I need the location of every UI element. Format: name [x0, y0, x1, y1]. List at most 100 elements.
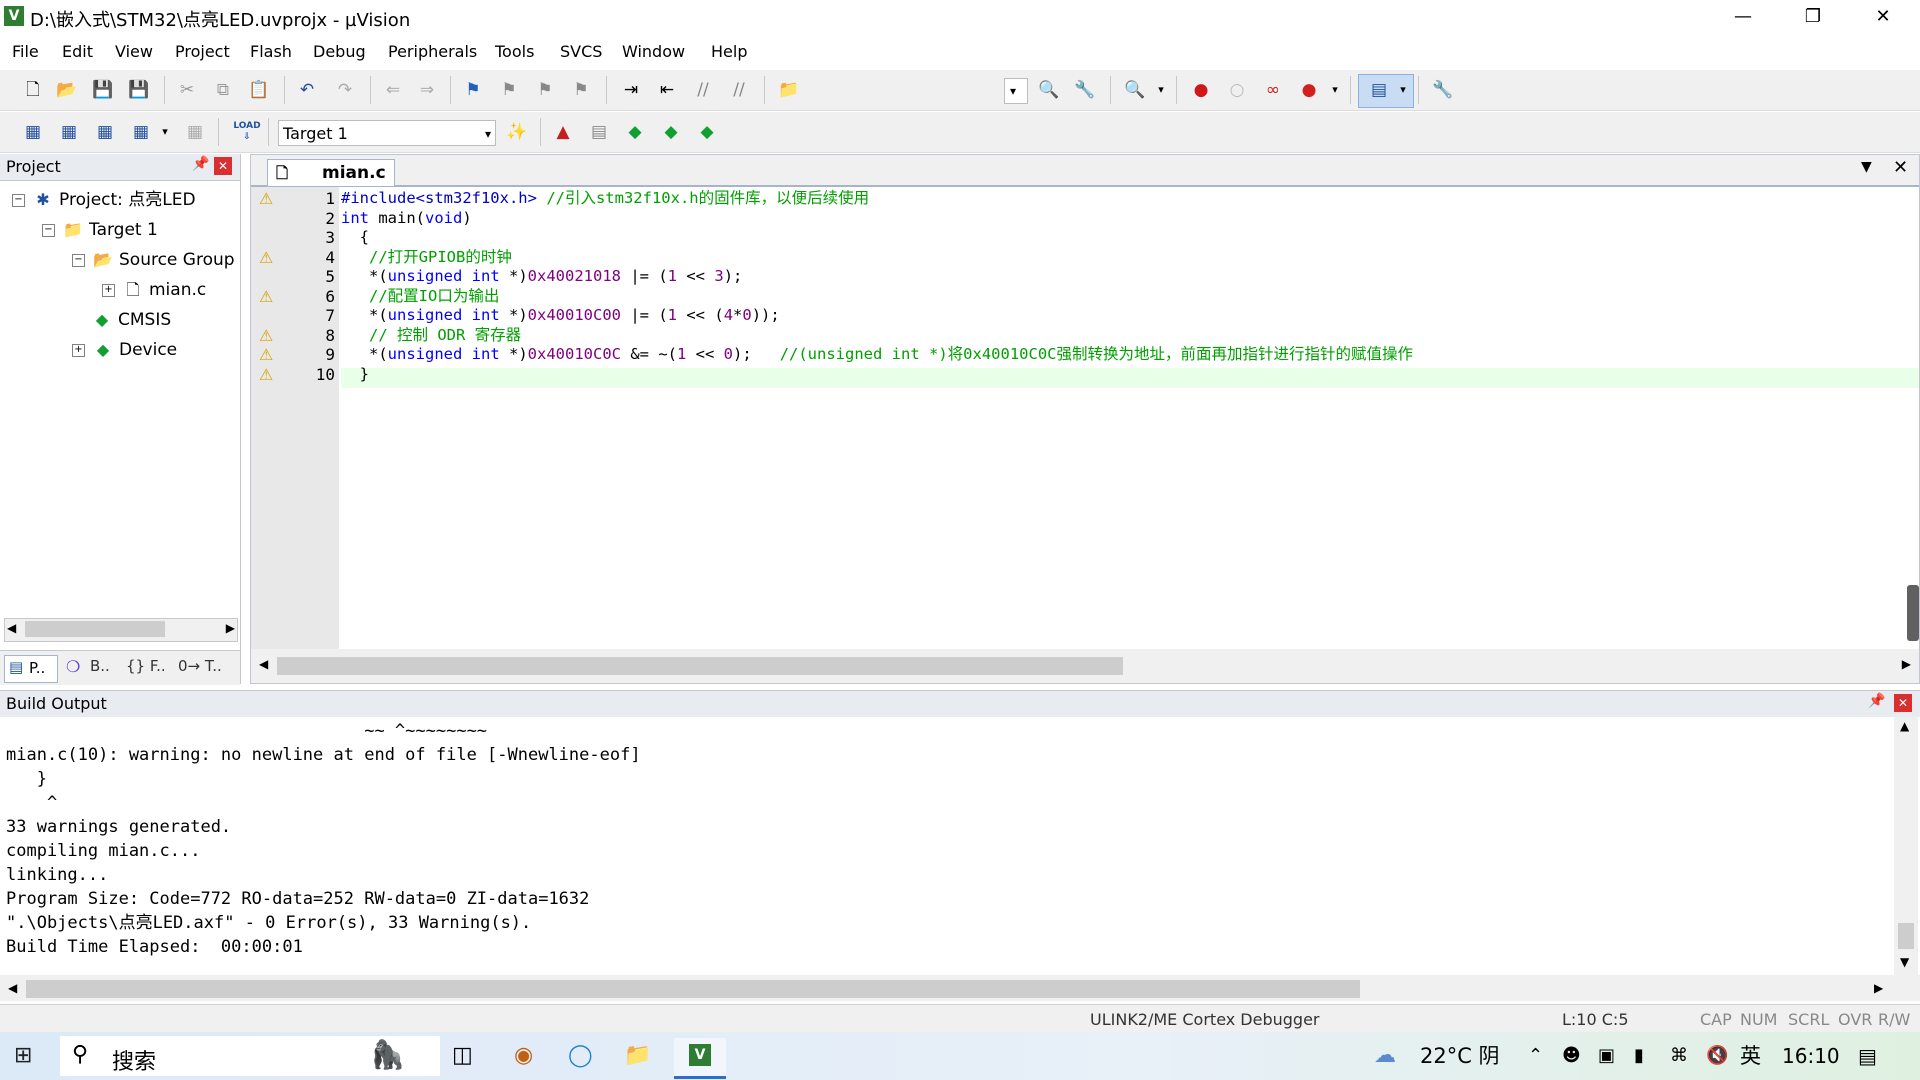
expand-icon[interactable]: +	[102, 283, 115, 297]
qq-icon[interactable]: ☻	[1562, 1042, 1581, 1070]
debug-dropdown-icon[interactable]: ▾	[1150, 79, 1172, 101]
scroll-up-icon[interactable]: ▲	[1900, 719, 1909, 733]
edge-icon[interactable]: ◯	[568, 1042, 593, 1070]
warning-icon[interactable]: ⚠	[259, 366, 279, 383]
code-line[interactable]: *(unsigned int *)0x40010C0C &= ~(1 << 0)…	[341, 345, 1413, 365]
scroll-right-icon[interactable]: ▶	[226, 621, 235, 635]
warning-icon[interactable]: ⚠	[259, 249, 279, 266]
close-tab-icon[interactable]: ✕	[1893, 157, 1908, 178]
breakpoint-dropdown-icon[interactable]: ▾	[1324, 79, 1346, 101]
menu-tools[interactable]: Tools	[495, 42, 534, 61]
select-packs-icon[interactable]: ◆	[696, 121, 718, 143]
pack-installer-icon[interactable]: ◆	[660, 121, 682, 143]
copy-icon[interactable]: ⧉	[212, 79, 234, 101]
incremental-find-icon[interactable]: 🔧	[1074, 79, 1096, 101]
menu-window[interactable]: Window	[622, 42, 685, 61]
tree-item-cmsis[interactable]: ◆ CMSIS	[92, 306, 171, 334]
project-horizontal-scrollbar[interactable]: ◀ ▶	[4, 618, 238, 642]
kill-all-breakpoints-icon[interactable]: ●	[1298, 79, 1320, 101]
code-line[interactable]: {	[341, 228, 369, 248]
scroll-left-icon[interactable]: ◀	[8, 981, 17, 995]
tab-list-dropdown-icon[interactable]: ▼	[1861, 159, 1872, 175]
code-line[interactable]: //打开GPIOB的时钟	[341, 248, 512, 268]
redo-icon[interactable]: ↷	[334, 79, 356, 101]
menu-flash[interactable]: Flash	[250, 42, 292, 61]
output-vertical-scrollbar[interactable]: ▲ ▼	[1894, 717, 1918, 975]
configure-icon[interactable]: 🔧	[1432, 79, 1454, 101]
scroll-left-icon[interactable]: ◀	[259, 657, 268, 671]
tray-overflow-icon[interactable]: ⌃	[1528, 1042, 1543, 1070]
tree-item-target[interactable]: − 📁 Target 1	[42, 216, 158, 244]
menu-view[interactable]: View	[115, 42, 153, 61]
target-select[interactable]: Target 1 ▾	[278, 120, 496, 146]
undo-icon[interactable]: ↶	[296, 79, 318, 101]
tab-functions[interactable]: {} F..	[126, 657, 166, 675]
code-line[interactable]: int main(void)	[341, 209, 472, 229]
save-icon[interactable]: 💾	[92, 79, 114, 101]
code-line[interactable]: *(unsigned int *)0x40021018 |= (1 << 3);	[341, 267, 742, 287]
wifi-icon[interactable]: ⌘	[1670, 1042, 1688, 1070]
menu-file[interactable]: File	[12, 42, 39, 61]
nav-forward-icon[interactable]: ⇒	[416, 79, 438, 101]
find-in-files-icon[interactable]: 📁	[778, 79, 800, 101]
manage-runtime-icon[interactable]: ◆	[624, 121, 646, 143]
code-line[interactable]: //配置IO口为输出	[341, 287, 499, 307]
pin-icon[interactable]: 📌	[1868, 693, 1885, 709]
batch-build-icon[interactable]: ▦	[130, 121, 152, 143]
download-icon[interactable]: LOAD ⇩	[232, 121, 262, 143]
tree-item-file[interactable]: + 🗋 mian.c	[102, 276, 206, 304]
menu-project[interactable]: Project	[175, 42, 230, 61]
tab-mian-c[interactable]: 🗋 mian.c	[267, 159, 395, 186]
prev-bookmark-icon[interactable]: ⚑	[498, 79, 520, 101]
collapse-icon[interactable]: −	[12, 193, 25, 207]
menu-debug[interactable]: Debug	[313, 42, 366, 61]
scroll-left-icon[interactable]: ◀	[7, 621, 16, 635]
scroll-thumb[interactable]	[1898, 923, 1914, 949]
scroll-thumb[interactable]	[25, 621, 165, 637]
build-output-text[interactable]: ~~ ^~~~~~~~~ mian.c(10): warning: no new…	[0, 717, 1920, 975]
scroll-right-icon[interactable]: ▶	[1874, 981, 1883, 995]
collapse-icon[interactable]: −	[72, 253, 85, 267]
next-bookmark-icon[interactable]: ⚑	[534, 79, 556, 101]
output-horizontal-scrollbar[interactable]: ◀ ▶	[0, 975, 1920, 1001]
tree-item-project[interactable]: − ✱ Project: 点亮LED	[12, 186, 196, 214]
tab-books[interactable]: B..	[90, 657, 110, 675]
clear-bookmarks-icon[interactable]: ⚑	[570, 79, 592, 101]
close-window-button[interactable]: ✕	[1860, 0, 1906, 34]
rebuild-icon[interactable]: ▦	[94, 121, 116, 143]
scroll-thumb[interactable]	[277, 657, 1123, 675]
editor-horizontal-scrollbar[interactable]: ◀ ▶	[251, 649, 1919, 683]
expand-icon[interactable]: +	[72, 343, 85, 357]
stop-build-icon[interactable]: ▦	[184, 121, 206, 143]
tree-item-source-group[interactable]: − 📂 Source Group	[72, 246, 235, 274]
tab-project[interactable]: ▤ P..	[4, 655, 58, 683]
layout-dropdown-icon[interactable]: ▾	[1392, 79, 1414, 101]
options-for-target-icon[interactable]: ✨	[506, 121, 528, 143]
menu-edit[interactable]: Edit	[62, 42, 93, 61]
menu-help[interactable]: Help	[711, 42, 747, 61]
insert-breakpoint-icon[interactable]: ●	[1190, 79, 1212, 101]
disable-breakpoint-icon[interactable]: ○	[1226, 79, 1248, 101]
code-line[interactable]: #include<stm32f10x.h> //引入stm32f10x.h的固件…	[341, 189, 869, 209]
code-line[interactable]: // 控制 ODR 寄存器	[341, 326, 521, 346]
uncomment-icon[interactable]: //	[728, 79, 750, 101]
nav-back-icon[interactable]: ⇐	[382, 79, 404, 101]
tree-item-device[interactable]: + ◆ Device	[72, 336, 177, 364]
new-file-icon[interactable]: 🗋	[22, 79, 44, 101]
restore-button[interactable]: ❐	[1790, 0, 1836, 34]
keil-taskbar-button[interactable]: V	[674, 1038, 726, 1079]
open-file-icon[interactable]: 📂	[56, 79, 78, 101]
close-panel-icon[interactable]: ✕	[1894, 694, 1912, 712]
close-panel-icon[interactable]: ✕	[214, 157, 232, 175]
pin-icon[interactable]: 📌	[192, 156, 209, 172]
code-line[interactable]: *(unsigned int *)0x40010C00 |= (1 << (4*…	[341, 306, 780, 326]
unindent-icon[interactable]: ⇤	[656, 79, 678, 101]
taskbar-search-box[interactable]: ⚲ 搜索 🦍	[60, 1036, 440, 1076]
warning-icon[interactable]: ⚠	[259, 327, 279, 344]
tray-app-icon[interactable]: ▣	[1598, 1042, 1615, 1070]
clock[interactable]: 16:10	[1782, 1042, 1840, 1070]
find-icon[interactable]: 🔍	[1038, 79, 1060, 101]
task-view-icon[interactable]: ◫	[452, 1042, 473, 1070]
file-explorer-icon[interactable]: 📁	[624, 1042, 651, 1070]
comment-icon[interactable]: //	[692, 79, 714, 101]
